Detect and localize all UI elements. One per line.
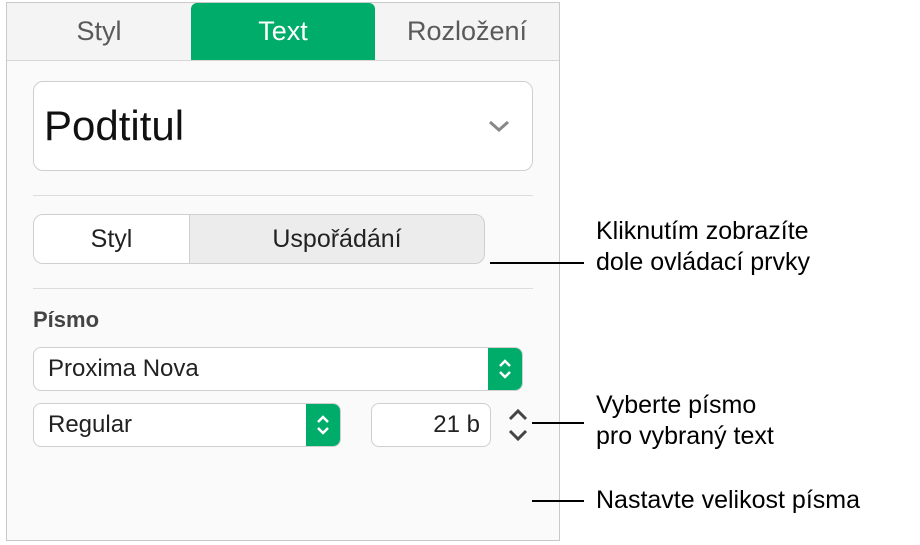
- stepper-down-button[interactable]: [507, 427, 529, 443]
- callout-font-family: Vyberte písmo pro vybraný text: [596, 390, 774, 453]
- font-weight-dropdown[interactable]: Regular: [33, 403, 341, 447]
- top-tabs: Styl Text Rozložení: [7, 3, 559, 61]
- callout-line: [532, 422, 584, 424]
- separator: [33, 288, 533, 289]
- callout-line: [532, 500, 584, 502]
- panel-content: Podtitul Styl Uspořádání Písmo Proxima N…: [7, 61, 559, 447]
- format-panel: Styl Text Rozložení Podtitul Styl Uspořá…: [6, 2, 560, 541]
- tab-rozlozeni[interactable]: Rozložení: [375, 3, 559, 60]
- font-family-row: Proxima Nova: [33, 347, 533, 391]
- font-size-value: 21 b: [433, 411, 480, 439]
- up-down-icon: [498, 359, 512, 379]
- separator: [33, 195, 533, 196]
- up-down-icon: [316, 415, 330, 435]
- segment-styl[interactable]: Styl: [34, 215, 190, 263]
- font-size-field[interactable]: 21 b: [371, 403, 491, 447]
- segment-usporadani[interactable]: Uspořádání: [190, 215, 484, 263]
- tab-styl[interactable]: Styl: [7, 3, 191, 60]
- dropdown-button: [306, 404, 340, 446]
- paragraph-style-dropdown[interactable]: Podtitul: [33, 81, 533, 171]
- font-size-stepper: [503, 403, 533, 447]
- callout-font-size: Nastavte velikost písma: [596, 485, 860, 516]
- font-weight-size-row: Regular 21 b: [33, 403, 533, 447]
- paragraph-style-value: Podtitul: [44, 102, 184, 150]
- font-family-dropdown[interactable]: Proxima Nova: [33, 347, 523, 391]
- stepper-up-button[interactable]: [507, 407, 529, 423]
- font-section-label: Písmo: [33, 307, 533, 333]
- tab-text[interactable]: Text: [191, 3, 375, 60]
- callout-line: [490, 262, 584, 264]
- callout-segmented: Kliknutím zobrazíte dole ovládací prvky: [596, 216, 810, 279]
- segmented-control: Styl Uspořádání: [33, 214, 485, 264]
- chevron-down-icon: [488, 119, 510, 133]
- font-family-value: Proxima Nova: [34, 355, 488, 383]
- dropdown-button: [488, 348, 522, 390]
- font-weight-value: Regular: [34, 411, 306, 439]
